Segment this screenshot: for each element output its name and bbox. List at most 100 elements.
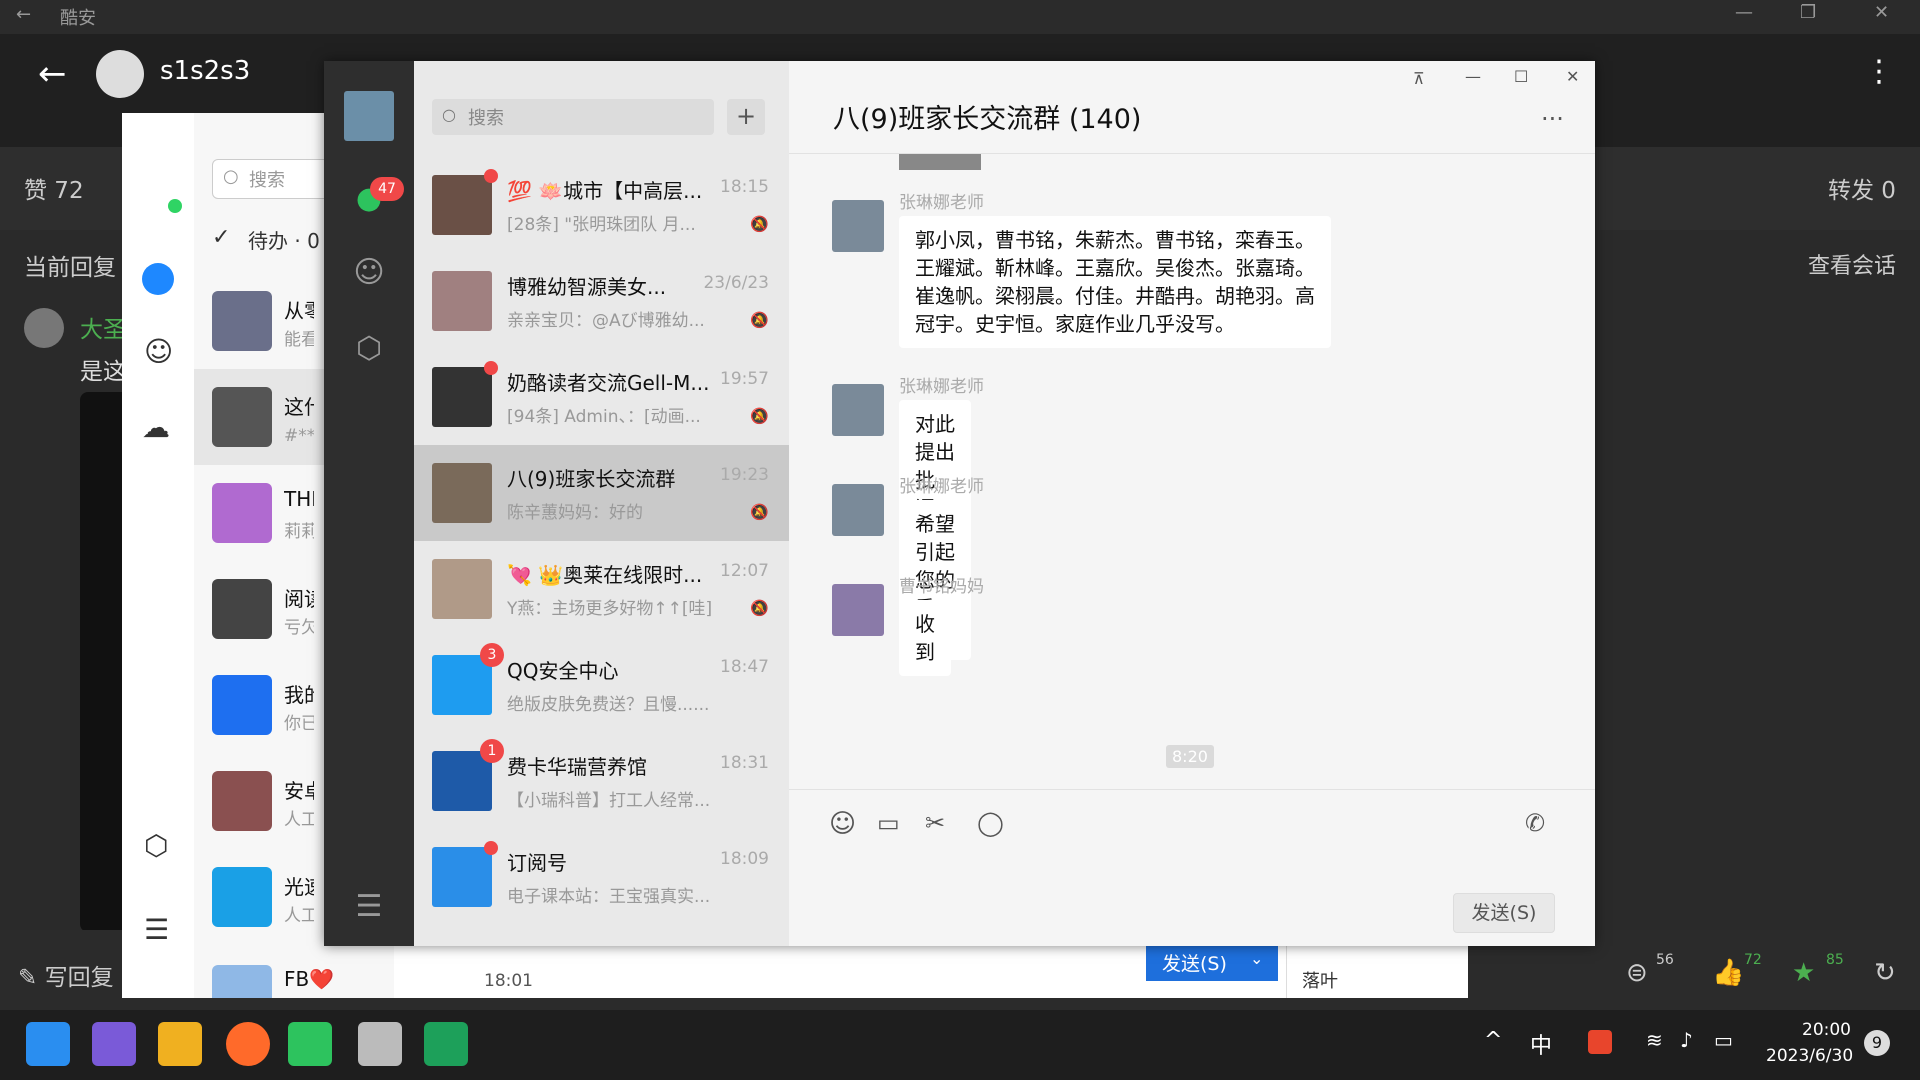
battery-icon[interactable]: ▭ [1714,1028,1733,1052]
chat-time: 12:07 [720,561,769,581]
list-item-name: FB❤️ [284,967,335,991]
wifi-icon[interactable]: ≋ [1646,1028,1663,1052]
qq-list-item[interactable]: 阅读亏欠 [212,579,314,675]
add-button[interactable]: + [727,99,765,135]
wechat-search-placeholder: 搜索 [468,108,504,129]
avatar[interactable] [96,50,144,98]
folder-icon[interactable]: ▭ [877,809,900,837]
likes-count[interactable]: 赞 72 [24,171,84,205]
list-item-preview: #**:原 [284,426,314,446]
firefox-icon[interactable] [226,1022,270,1066]
chevron-down-icon[interactable]: ⌄ [1250,949,1263,968]
message-bubble[interactable]: 郭小凤，曹书铭，朱薪杰。曹书铭，栾春玉。王耀斌。靳林峰。王嘉欣。吴俊杰。张嘉琦。… [899,216,1331,348]
sender-avatar[interactable] [832,584,884,636]
chat-item[interactable]: 订阅号 18:09 电子课本站：王宝强真实... [414,829,789,925]
qq-cloud-icon[interactable]: ☁ [142,411,170,444]
notification-badge[interactable]: 9 [1864,1030,1890,1056]
reply-avatar[interactable] [24,308,64,348]
qq-chat-icon[interactable] [142,263,174,295]
pin-icon[interactable]: ⊼ [1413,69,1425,88]
chat-preview: Y燕：主场更多好物↑↑[哇] [507,599,713,619]
qq-contacts-icon[interactable]: ☺ [144,335,173,368]
chat-item[interactable]: 💯 🪷城市【中高层... 18:15 [28条] "张明珠团队 月... 🔕 [414,157,789,253]
volume-icon[interactable]: ♪ [1680,1028,1693,1052]
minimize-icon[interactable]: — [1465,67,1481,86]
restore-icon[interactable]: ❐ [1800,2,1816,23]
clock-date[interactable]: 2023/6/30 [1766,1046,1853,1066]
write-reply-button[interactable]: ✎ 写回复 [18,958,114,992]
like-icon[interactable]: 👍 [1712,958,1744,988]
qq-sidebar: ☺ ☁ ⬡ ☰ [122,113,194,998]
call-icon[interactable]: ✆ [1525,809,1545,837]
list-item-preview: 能看 [284,330,314,350]
emoji-icon[interactable]: ☺ [829,809,856,839]
chat-name: 费卡华瑞营养馆 [507,755,647,779]
wechat-window: ● 47 ☺ ⬡ ☰ ○ 搜索 + 💯 🪷城市【中高层... 18:15 [28条… [324,61,1595,946]
wechat-icon[interactable] [288,1022,332,1066]
chat-item[interactable]: 3 QQ安全中心 18:47 绝版皮肤免费送？且慢...... [414,637,789,733]
username[interactable]: s1s2s3 [160,56,250,86]
wechat-search-input[interactable]: ○ 搜索 [432,99,714,135]
ime-indicator[interactable]: 中 [1530,1028,1552,1060]
scissors-icon[interactable]: ✂ [925,809,945,837]
image-message[interactable] [899,154,981,170]
list-avatar [212,771,272,831]
forwards-count[interactable]: 转发 0 [1828,171,1896,205]
close-icon[interactable]: ✕ [1566,67,1579,86]
sender-name: 张琳娜老师 [899,477,984,497]
qq-cube-icon[interactable]: ⬡ [144,829,168,862]
qq-list-item[interactable]: 这什 #**:原 [212,387,314,483]
chat-item-selected[interactable]: 八(9)班家长交流群 19:23 陈辛蕙妈妈：好的 🔕 [414,445,789,541]
member-name[interactable]: 落叶 [1302,967,1338,993]
qq-list-item[interactable]: 我的你已 [212,675,314,771]
back-small-icon[interactable]: ← [16,4,31,25]
chat-avatar [432,559,492,619]
chat-name: 订阅号 [507,851,567,875]
clock-time[interactable]: 20:00 [1802,1020,1851,1040]
message-bubble[interactable]: 收到 [899,600,951,676]
more-options-icon[interactable]: ··· [1541,105,1564,133]
share-icon[interactable]: ↻ [1874,958,1896,988]
unread-dot [484,361,498,375]
app-title: 酷安 [60,8,96,29]
sender-avatar[interactable] [832,484,884,536]
chat-name: QQ安全中心 [507,659,619,683]
chevron-up-icon[interactable]: ^ [1484,1028,1502,1053]
qq-icon[interactable] [358,1022,402,1066]
chat-item[interactable]: 博雅幼智源美女... 23/6/23 亲亲宝贝：@Aび博雅幼... 🔕 [414,253,789,349]
back-arrow-icon[interactable]: ← [38,54,67,94]
more-vertical-icon[interactable]: ⋮ [1864,54,1894,89]
chat-time: 18:15 [720,177,769,197]
star-icon[interactable]: ★ [1792,958,1815,988]
chat-time: 18:31 [720,753,769,773]
menu-icon[interactable]: ☰ [349,887,389,927]
close-icon[interactable]: ✕ [1874,2,1889,23]
reply-username[interactable]: 大圣 [80,310,126,344]
chat-preview: 陈辛蕙妈妈：好的 [507,503,643,523]
contacts-icon[interactable]: ☺ [349,253,389,293]
comment-icon[interactable]: ⊜ [1626,958,1648,988]
chat-history-icon[interactable]: ◯ [977,809,1004,837]
qq-list-item[interactable]: THB 莉莉 [212,483,314,579]
sender-avatar[interactable] [832,384,884,436]
file-explorer-icon[interactable] [158,1022,202,1066]
chat-item[interactable]: 1 费卡华瑞营养馆 18:31 【小瑞科普】打工人经常... [414,733,789,829]
view-conversation-link[interactable]: 查看会话 [1808,248,1896,280]
start-icon[interactable] [26,1022,70,1066]
qq-send-button[interactable]: 发送(S) ⌄ [1146,943,1278,981]
send-button[interactable]: 发送(S) [1453,893,1555,933]
maximize-icon[interactable]: ☐ [1514,67,1528,86]
cube-icon[interactable]: ⬡ [349,329,389,369]
qq-list-item[interactable]: 安卓人工 [212,771,314,867]
qq-menu-icon[interactable]: ☰ [144,913,169,946]
sender-avatar[interactable] [832,200,884,252]
user-avatar[interactable] [344,91,394,141]
sogou-icon[interactable] [1588,1030,1612,1054]
chat-item[interactable]: 💘 👑奥莱在线限时... 12:07 Y燕：主场更多好物↑↑[哇] 🔕 [414,541,789,637]
qq-list-item[interactable]: 光速人工 [212,867,314,963]
chat-item[interactable]: 奶酪读者交流Gell-M... 19:57 [94条] Admin、：[动画...… [414,349,789,445]
coolapk-icon[interactable] [424,1022,468,1066]
minimize-icon[interactable]: — [1735,2,1753,23]
app-icon[interactable] [92,1022,136,1066]
qq-list-item[interactable]: 从零能看 [212,291,314,387]
